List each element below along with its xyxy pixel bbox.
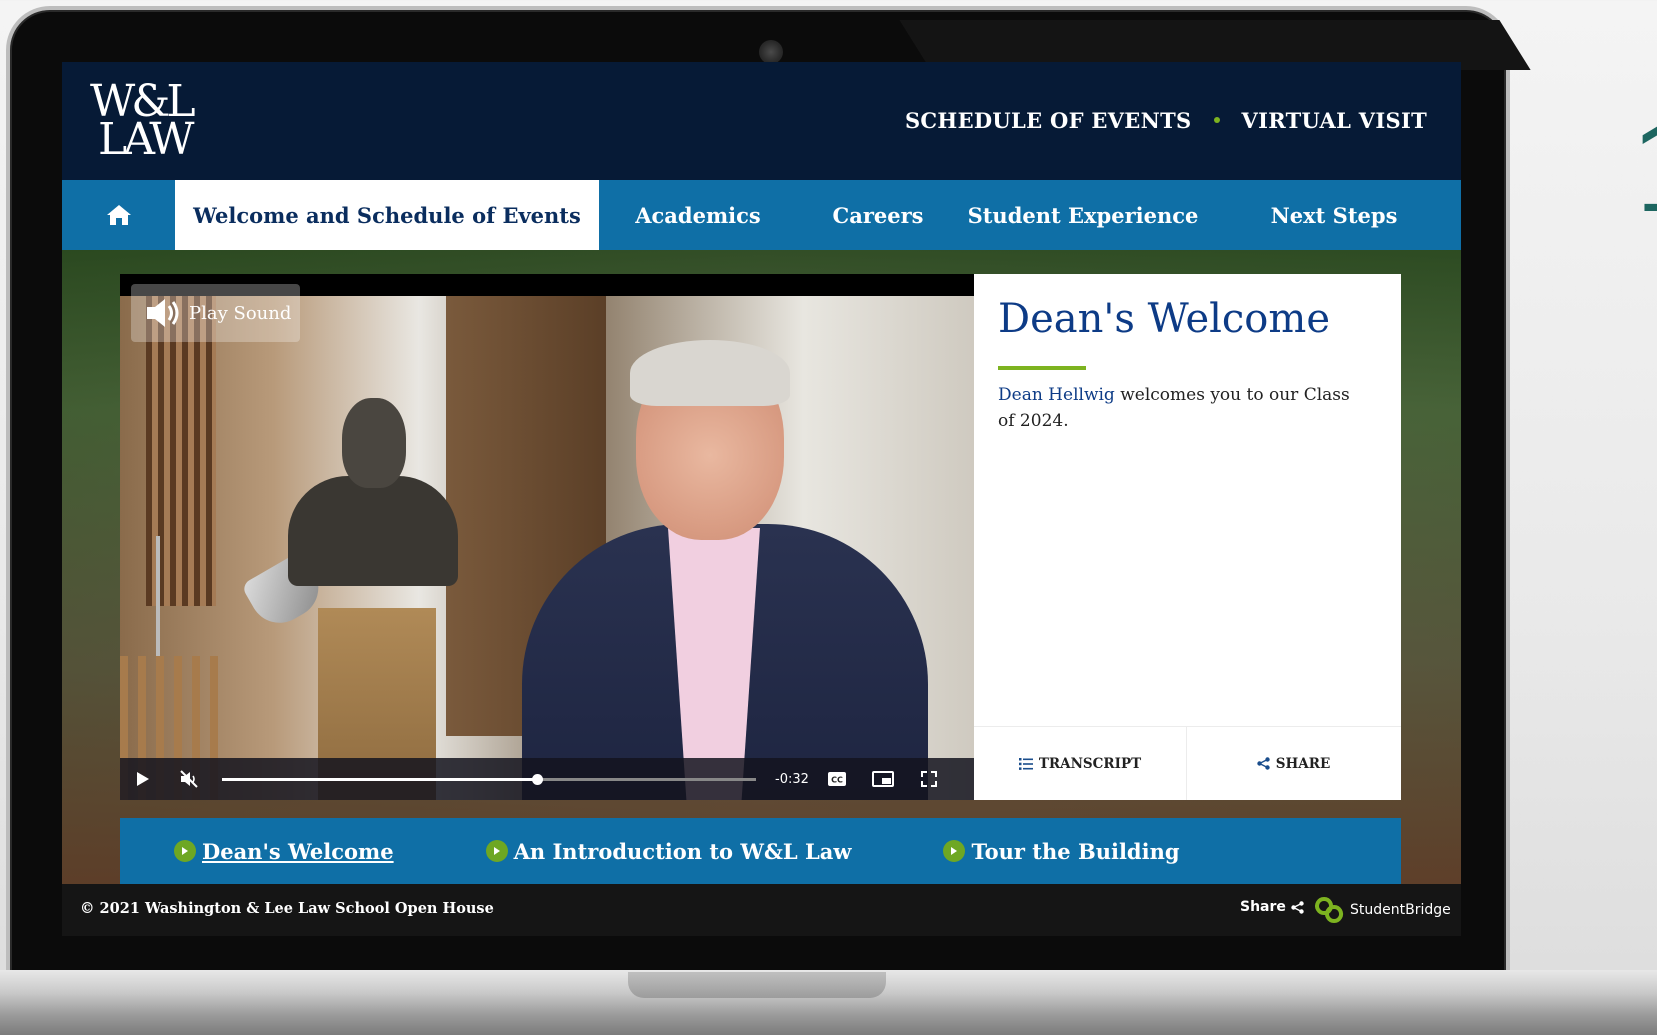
studentbridge-logo-icon [1315,897,1344,923]
site-header: W&L LAW SCHEDULE OF EVENTS VIRTUAL VISIT [62,62,1461,180]
captions-button[interactable]: CC [814,758,860,800]
studentbridge-brand[interactable]: StudentBridge [1314,895,1451,925]
video-controls: -0:32 CC [120,758,974,800]
svg-text:CC: CC [831,776,843,785]
panel-actions: TRANSCRIPT SHARE [974,726,1401,800]
fullscreen-button[interactable] [906,758,952,800]
mute-button[interactable] [166,758,212,800]
dean-hellwig-link[interactable]: Dean Hellwig [998,385,1115,405]
play-icon [137,772,149,786]
playlist-item-deans-welcome[interactable]: Dean's Welcome [174,839,394,864]
fullscreen-icon [921,771,937,787]
pip-button[interactable] [860,758,906,800]
virtual-visit-link[interactable]: VIRTUAL VISIT [1242,108,1428,133]
playlist-item-label: An Introduction to W&L Law [513,838,852,864]
speaker-icon [147,299,179,327]
screen: W&L LAW SCHEDULE OF EVENTS VIRTUAL VISIT… [62,62,1461,936]
muted-icon [180,770,198,788]
nav-next-steps[interactable]: Next Steps [1207,180,1461,250]
footer-share-button[interactable]: Share [1240,899,1304,915]
video-speaker-hair [630,340,790,406]
copyright-text: © 2021 Washington & Lee Law School Open … [80,900,494,917]
top-links: SCHEDULE OF EVENTS VIRTUAL VISIT [905,104,1427,136]
time-remaining: -0:32 [775,771,809,787]
site-footer: © 2021 Washington & Lee Law School Open … [62,884,1461,936]
video-player[interactable]: Play Sound -0:32 CC [120,274,974,800]
playlist-item-tour-building[interactable]: Tour the Building [943,838,1180,864]
play-circle-icon [174,840,196,862]
share-icon [1257,757,1270,770]
info-panel: Dean's Welcome Dean Hellwig welcomes you… [974,274,1401,800]
home-icon [106,205,131,225]
progress-knob[interactable] [532,773,544,785]
playlist-item-introduction[interactable]: An Introduction to W&L Law [485,838,852,864]
share-label: SHARE [1275,755,1331,772]
video-bust-head [342,398,406,488]
nav-home[interactable] [62,180,175,250]
video-playlist: Dean's Welcome An Introduction to W&L La… [120,818,1401,884]
transcript-label: TRANSCRIPT [1038,755,1142,772]
picture-in-picture-icon [872,771,894,787]
studentbridge-label: StudentBridge [1350,902,1451,918]
panel-description: Dean Hellwig welcomes you to our Class o… [998,382,1358,434]
list-icon [1018,757,1033,770]
play-button[interactable] [120,758,166,800]
progress-bar[interactable] [222,773,756,785]
nav-careers[interactable]: Careers [797,180,959,250]
play-sound-button[interactable]: Play Sound [131,284,300,342]
main-nav: Welcome and Schedule of Events Academics… [62,180,1461,250]
title-rule [998,366,1086,370]
separator-dot [1213,117,1220,123]
schedule-of-events-link[interactable]: SCHEDULE OF EVENTS [905,108,1192,133]
cc-icon: CC [828,772,846,786]
webcam [759,40,783,64]
video-bust-body [288,476,458,586]
play-circle-icon [485,840,508,862]
play-circle-icon [943,840,966,862]
video-frame[interactable] [120,296,974,800]
wl-law-logo[interactable]: W&L LAW [90,80,200,166]
nav-academics[interactable]: Academics [599,180,797,250]
logo-line-2: LAW [98,114,194,165]
nav-student-experience[interactable]: Student Experience [959,180,1207,250]
playlist-item-label: Tour the Building [971,838,1180,864]
progress-fill [222,777,538,781]
laptop-notch [628,972,886,998]
edge-glyph: 1 [1628,105,1657,235]
transcript-button[interactable]: TRANSCRIPT [974,727,1187,800]
share-icon [1291,900,1304,914]
share-button[interactable]: SHARE [1187,727,1400,800]
play-sound-label: Play Sound [189,302,292,324]
footer-share-label: Share [1240,899,1286,915]
playlist-item-label: Dean's Welcome [202,838,394,864]
nav-welcome-schedule[interactable]: Welcome and Schedule of Events [175,180,599,250]
panel-title: Dean's Welcome [998,296,1330,342]
